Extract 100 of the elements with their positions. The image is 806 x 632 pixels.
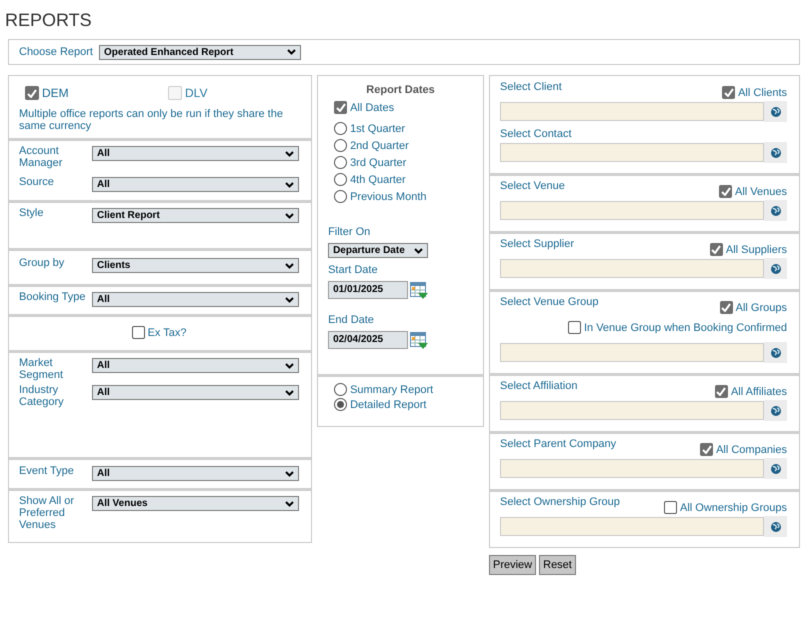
globe-icon (770, 464, 780, 474)
chevron-icon (285, 362, 294, 368)
lookup-button[interactable] (764, 258, 787, 279)
chevron-icon (285, 470, 294, 476)
field-label: End Date (328, 314, 375, 326)
field-label: Industry Category (19, 384, 65, 408)
field-label: Select Venue Group (500, 296, 598, 308)
filter-dropdown[interactable]: All (92, 292, 300, 307)
lookup-field[interactable] (500, 343, 764, 362)
chevron-icon (285, 212, 294, 218)
globe-icon (770, 406, 780, 416)
currency-note: Multiple office reports can only be run if they share the same currency (19, 108, 284, 132)
lookup-field[interactable] (500, 102, 764, 121)
action-button[interactable]: Reset (539, 555, 576, 575)
action-button[interactable]: Preview (489, 555, 536, 575)
globe-icon (770, 106, 780, 116)
filter-dropdown[interactable]: Clients (92, 258, 300, 273)
lookup-button[interactable] (764, 200, 787, 221)
field-label: Select Affiliation (500, 380, 578, 392)
lookup-button[interactable] (764, 400, 787, 421)
lookup-button[interactable] (764, 142, 787, 163)
lookup-button[interactable] (764, 101, 787, 122)
chevron-icon (285, 390, 294, 396)
office-checkbox[interactable] (25, 86, 39, 100)
date-field[interactable]: 01/01/2025 (328, 281, 408, 299)
checkbox[interactable] (719, 185, 732, 198)
globe-icon (770, 206, 780, 216)
radio-label: Previous Month (350, 190, 426, 202)
radio-button[interactable] (334, 190, 348, 203)
radio-button[interactable] (334, 383, 348, 396)
report-dropdown[interactable]: Operated Enhanced Report (99, 44, 301, 60)
lookup-field[interactable] (500, 143, 764, 162)
lookup-button[interactable] (764, 516, 787, 537)
calendar-icon[interactable] (410, 282, 428, 298)
lookup-button[interactable] (764, 458, 787, 479)
radio-button[interactable] (334, 173, 348, 186)
checkbox-label: All Clients (738, 86, 787, 98)
field-label: Style (19, 207, 44, 219)
lookup-field[interactable] (500, 459, 764, 478)
checkbox-label: All Dates (350, 102, 394, 114)
chevron-icon (285, 262, 294, 268)
radio-button[interactable] (334, 122, 348, 135)
globe-icon (770, 264, 780, 274)
field-label: Group by (19, 257, 66, 269)
filter-dropdown[interactable]: All (92, 358, 300, 373)
lookup-field[interactable] (500, 201, 764, 220)
globe-icon (770, 522, 780, 532)
checkbox-label: All Affiliates (730, 386, 787, 398)
chevron-icon (285, 296, 294, 302)
radio-button[interactable] (334, 398, 348, 411)
checkbox-label: In Venue Group when Booking Confirmed (584, 322, 787, 334)
field-label: Account Manager (19, 145, 64, 169)
checkbox-label: All Suppliers (726, 244, 787, 256)
field-label: Select Client (500, 81, 562, 93)
checkbox[interactable] (710, 243, 723, 256)
chevron-icon (414, 248, 424, 254)
field-label: Select Contact (500, 128, 572, 140)
checkbox[interactable] (334, 101, 348, 114)
filter-dropdown[interactable]: All Venues (92, 496, 300, 511)
field-label: Select Parent Company (500, 438, 616, 450)
lookup-field[interactable] (500, 401, 764, 420)
checkbox[interactable] (700, 443, 714, 456)
filter-dropdown[interactable]: All (92, 466, 300, 481)
lookup-field[interactable] (500, 517, 764, 536)
radio-label: 1st Quarter (350, 122, 406, 134)
radio-label: Detailed Report (350, 398, 426, 410)
chevron-icon (287, 49, 296, 55)
field-label: Show All or Preferred Venues (19, 495, 76, 531)
filter-dropdown[interactable]: Departure Date (328, 243, 428, 258)
filter-dropdown[interactable]: Client Report (92, 208, 300, 223)
checkbox[interactable] (664, 501, 677, 514)
checkbox[interactable] (132, 326, 145, 339)
date-field[interactable]: 02/04/2025 (328, 331, 408, 349)
filter-dropdown[interactable]: All (92, 385, 300, 400)
lookup-field[interactable] (500, 259, 764, 278)
checkbox-label: All Venues (735, 186, 787, 198)
lookup-button[interactable] (764, 342, 787, 363)
checkbox[interactable] (722, 86, 736, 99)
radio-button[interactable] (334, 139, 348, 152)
checkbox[interactable] (720, 301, 733, 314)
field-label: Select Ownership Group (500, 496, 620, 508)
filter-dropdown[interactable]: All (92, 177, 300, 192)
checkbox-label: All Groups (736, 302, 787, 314)
checkbox-label: All Companies (716, 444, 787, 456)
radio-label: 2nd Quarter (350, 140, 409, 152)
field-label: Booking Type (19, 291, 86, 303)
globe-icon (770, 348, 780, 358)
checkbox[interactable] (714, 385, 728, 398)
radio-button[interactable] (334, 156, 348, 169)
chevron-icon (285, 182, 294, 188)
globe-icon (770, 148, 780, 158)
field-label: Event Type (19, 465, 75, 477)
calendar-icon[interactable] (410, 332, 428, 348)
choose-report-label: Choose Report (19, 46, 93, 58)
office-label: DLV (185, 86, 208, 100)
field-label: Start Date (328, 264, 379, 276)
checkbox[interactable] (568, 321, 581, 334)
field-label: Select Supplier (500, 238, 574, 250)
field-label: Select Venue (500, 180, 565, 192)
filter-dropdown[interactable]: All (92, 146, 300, 161)
